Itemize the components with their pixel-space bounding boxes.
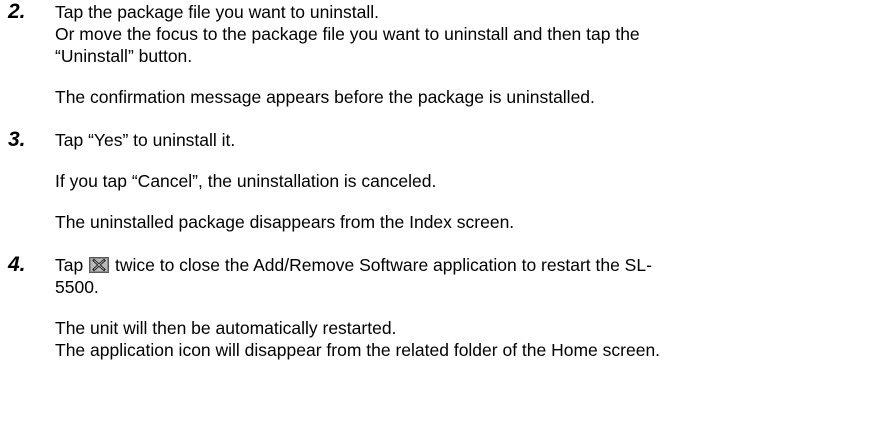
step-note: The unit will then be automatically rest… <box>55 318 397 338</box>
close-x-icon <box>89 257 110 273</box>
step-number: 2. <box>8 0 26 23</box>
step-number: 4. <box>8 253 26 276</box>
step-text: twice to close the Add/Remove Software a… <box>114 255 652 275</box>
step-note: If you tap “Cancel”, the uninstallation … <box>55 171 437 191</box>
step-instruction: 5500. <box>55 277 99 297</box>
step-instruction: Tap “Yes” to uninstall it. <box>55 130 236 150</box>
step-note: The application icon will disappear from… <box>55 340 661 360</box>
step-text: Tap <box>55 255 84 275</box>
step-number: 3. <box>8 128 26 151</box>
step-note: The uninstalled package disappears from … <box>55 212 515 232</box>
manual-page: 2. Tap the package file you want to unin… <box>0 0 881 424</box>
step-instruction: Tap twice to close the Add/Remove Softwa… <box>55 255 652 276</box>
step-instruction: Or move the focus to the package file yo… <box>55 24 640 44</box>
step-note: The confirmation message appears before … <box>55 87 595 107</box>
step-instruction: Tap the package file you want to uninsta… <box>55 2 379 22</box>
step-instruction: “Uninstall” button. <box>55 46 193 66</box>
